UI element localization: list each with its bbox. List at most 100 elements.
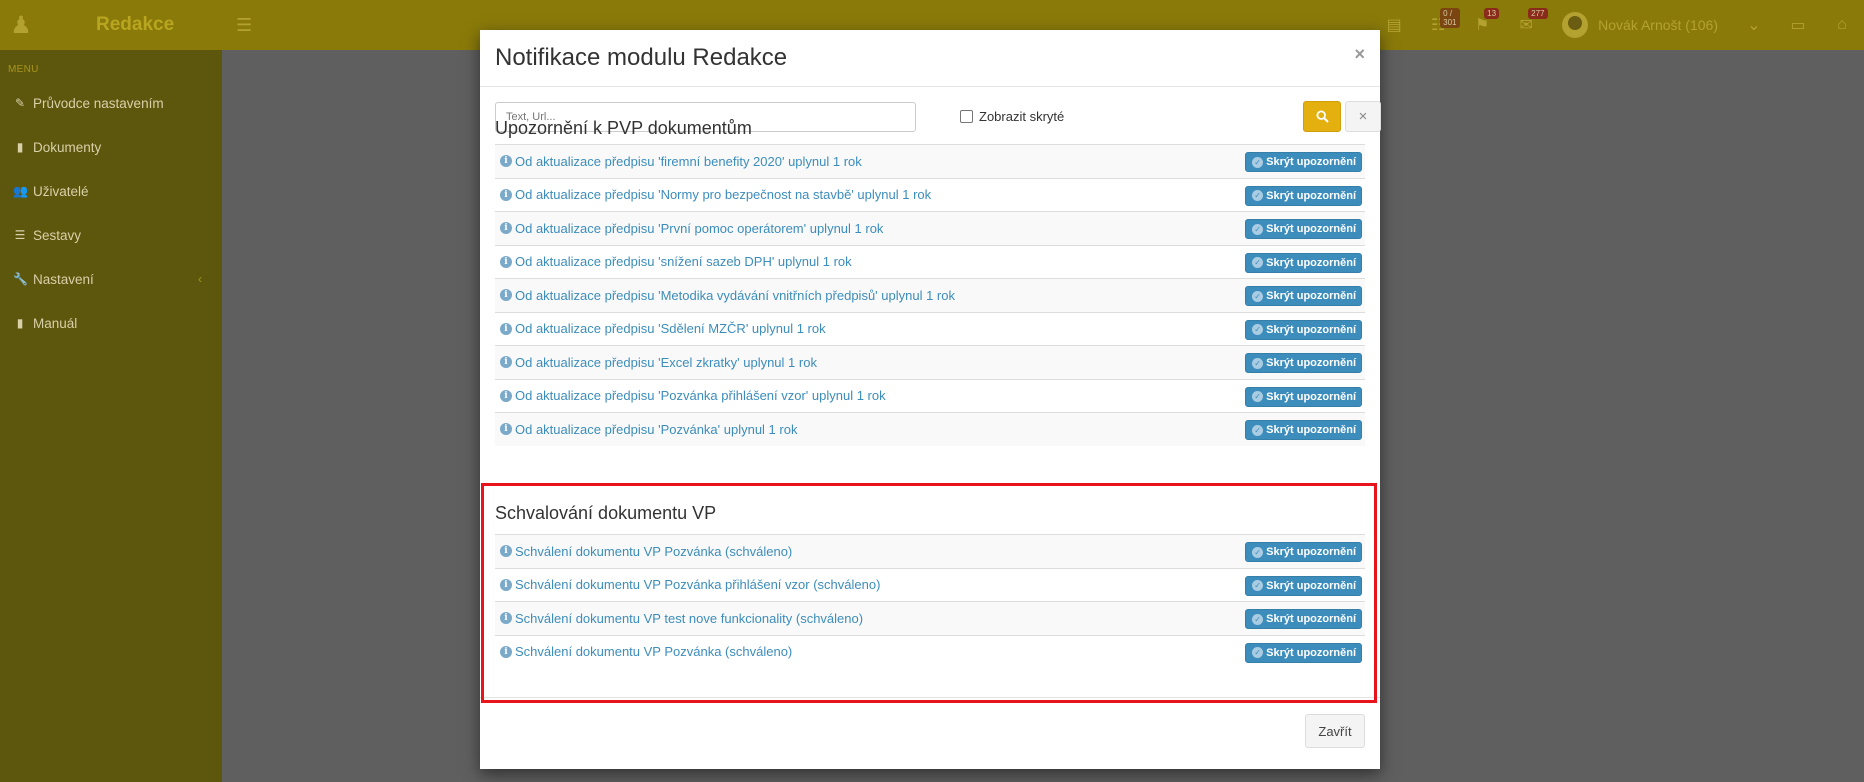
info-icon: i <box>500 289 512 302</box>
brand-title: Redakce <box>96 14 175 35</box>
hide-notification-button[interactable]: ✓ Skrýt upozornění <box>1245 642 1362 663</box>
notification-text: Od aktualizace předpisu 'Normy pro bezpe… <box>515 187 932 203</box>
info-icon: i <box>500 322 512 335</box>
list-icon: ☰ <box>14 228 26 242</box>
sidebar-item-setup-guide[interactable]: ✎ Průvodce nastavením <box>0 81 222 125</box>
notification-link[interactable]: i Schválení dokumentu VP Pozvánka (schvál… <box>495 544 792 559</box>
user-name: Novák Arnošt (106) <box>1598 17 1718 33</box>
sidebar-item-label: Dokumenty <box>33 139 102 155</box>
tasks-icon[interactable]: ☷ 0 / 301 <box>1416 0 1461 50</box>
notification-text: Od aktualizace předpisu 'Pozvánka' uplyn… <box>515 421 798 437</box>
notification-link[interactable]: i Od aktualizace předpisu 'firemní benefi… <box>495 154 862 169</box>
notification-row: i Od aktualizace předpisu 'snížení sazeb … <box>495 244 1365 279</box>
notification-link[interactable]: i Od aktualizace předpisu 'První pomoc op… <box>495 221 883 236</box>
hamburger-menu-icon[interactable]: ☰ <box>236 15 252 36</box>
notification-text: Od aktualizace předpisu 'Pozvánka přihlá… <box>515 388 886 404</box>
hide-label: Skrýt upozornění <box>1266 189 1356 202</box>
home-icon[interactable]: ⌂ <box>1820 0 1864 50</box>
wrench-icon: 🔧 <box>13 272 28 286</box>
clear-search-button[interactable]: × <box>1345 101 1381 132</box>
search-button[interactable] <box>1303 101 1341 132</box>
sidebar-item-label: Uživatelé <box>33 183 89 199</box>
modal-title: Notifikace modulu Redakce <box>495 44 788 71</box>
notification-text: Od aktualizace předpisu 'První pomoc ope… <box>515 220 884 236</box>
sidebar-item-settings[interactable]: 🔧 Nastavení ‹ <box>0 257 222 301</box>
print-icon[interactable]: ▭ <box>1776 0 1820 50</box>
notification-text: Schválení dokumentu VP Pozvánka (schvále… <box>515 543 793 559</box>
menu-header: MENU <box>8 64 39 75</box>
hide-notification-button[interactable]: ✓ Skrýt upozornění <box>1245 319 1362 340</box>
hide-notification-button[interactable]: ✓ Skrýt upozornění <box>1245 219 1362 239</box>
avatar <box>1562 12 1589 38</box>
check-circle-icon: ✓ <box>1252 190 1264 201</box>
hide-notification-button[interactable]: ✓ Skrýt upozornění <box>1245 386 1362 407</box>
notification-row: i Od aktualizace předpisu 'Normy pro bezp… <box>495 177 1365 212</box>
user-menu[interactable]: Novák Arnošt (106) <box>1548 0 1732 50</box>
sidebar-item-label: Průvodce nastavením <box>33 95 164 111</box>
check-circle-icon: ✓ <box>1252 156 1264 168</box>
hide-label: Skrýt upozornění <box>1266 613 1356 625</box>
sidebar-item-users[interactable]: 👥 Uživatelé <box>0 169 222 213</box>
sidebar-item-documents[interactable]: ▮ Dokumenty <box>0 125 222 169</box>
show-hidden-label: Zobrazit skryté <box>979 109 1065 124</box>
close-icon[interactable]: × <box>1354 44 1365 65</box>
check-circle-icon: ✓ <box>1252 257 1264 268</box>
hide-notification-button[interactable]: ✓ Skrýt upozornění <box>1245 609 1362 629</box>
sidebar-item-manual[interactable]: ▮ Manuál <box>0 301 222 345</box>
notification-row: i Od aktualizace předpisu 'Metodika vydáv… <box>495 278 1365 312</box>
hide-notification-button[interactable]: ✓ Skrýt upozornění <box>1245 152 1362 172</box>
hide-notification-button[interactable]: ✓ Skrýt upozornění <box>1245 542 1362 562</box>
notification-link[interactable]: i Schválení dokumentu VP Pozvánka přihláš… <box>495 577 880 592</box>
messages-badge: 277 <box>1528 8 1548 19</box>
sidebar-item-label: Sestavy <box>33 227 82 243</box>
check-circle-icon: ✓ <box>1252 223 1264 235</box>
notification-link[interactable]: i Od aktualizace předpisu 'Metodika vydáv… <box>495 288 955 303</box>
flag-icon[interactable]: ⚑ 13 <box>1460 0 1504 50</box>
hide-notification-button[interactable]: ✓ Skrýt upozornění <box>1245 420 1362 440</box>
hide-notification-button[interactable]: ✓ Skrýt upozornění <box>1245 575 1362 596</box>
brand[interactable]: ♟ Redakce <box>0 0 222 50</box>
chevron-down-icon[interactable]: ⌄ <box>1732 0 1776 50</box>
users-icon: 👥 <box>13 184 28 198</box>
notification-link[interactable]: i Od aktualizace předpisu 'Pozvánka přihl… <box>495 388 886 403</box>
modal-footer: Zavřít <box>480 697 1380 769</box>
sidebar-item-reports[interactable]: ☰ Sestavy <box>0 213 222 257</box>
hide-label: Skrýt upozornění <box>1266 256 1356 269</box>
notification-text: Od aktualizace předpisu 'Excel zkratky' … <box>515 354 817 370</box>
notification-link[interactable]: i Od aktualizace předpisu 'Sdělení MZČR' … <box>495 321 826 336</box>
check-circle-icon: ✓ <box>1252 424 1264 436</box>
notification-link[interactable]: i Od aktualizace předpisu 'snížení sazeb … <box>495 254 852 269</box>
check-circle-icon: ✓ <box>1252 324 1264 335</box>
messages-icon[interactable]: ✉ 277 <box>1504 0 1548 50</box>
notifications-modal: Notifikace modulu Redakce × Zobrazit skr… <box>480 30 1381 769</box>
notification-text: Od aktualizace předpisu 'Sdělení MZČR' u… <box>515 321 826 337</box>
notification-link[interactable]: i Od aktualizace předpisu 'Excel zkratky'… <box>495 355 817 370</box>
show-hidden-toggle[interactable]: Zobrazit skryté <box>960 109 1064 124</box>
hide-notification-button[interactable]: ✓ Skrýt upozornění <box>1245 286 1362 306</box>
notification-row: i Od aktualizace předpisu 'Pozvánka přihl… <box>495 378 1365 413</box>
notification-row: i Od aktualizace předpisu 'První pomoc op… <box>495 211 1365 245</box>
hide-notification-button[interactable]: ✓ Skrýt upozornění <box>1245 252 1362 273</box>
show-hidden-checkbox[interactable] <box>960 110 973 123</box>
hide-notification-button[interactable]: ✓ Skrýt upozornění <box>1245 185 1362 206</box>
hide-label: Skrýt upozornění <box>1266 390 1356 403</box>
modal-header: Notifikace modulu Redakce × <box>480 30 1380 87</box>
notification-link[interactable]: i Schválení dokumentu VP Pozvánka (schvál… <box>495 644 792 659</box>
hide-label: Skrýt upozornění <box>1266 646 1356 659</box>
notification-link[interactable]: i Od aktualizace předpisu 'Pozvánka' uply… <box>495 422 797 437</box>
notification-row: i Schválení dokumentu VP Pozvánka (schvál… <box>495 634 1365 669</box>
hide-notification-button[interactable]: ✓ Skrýt upozornění <box>1245 353 1362 373</box>
notification-text: Od aktualizace předpisu 'snížení sazeb D… <box>515 254 852 270</box>
notification-link[interactable]: i Od aktualizace předpisu 'Normy pro bezp… <box>495 187 931 202</box>
search-icon <box>1315 110 1329 123</box>
check-circle-icon: ✓ <box>1252 290 1264 302</box>
notification-link[interactable]: i Schválení dokumentu VP test nove funkci… <box>495 611 863 626</box>
notification-row: i Schválení dokumentu VP test nove funkci… <box>495 601 1365 635</box>
notification-row: i Od aktualizace předpisu 'firemní benefi… <box>495 144 1365 178</box>
info-icon: i <box>500 155 512 168</box>
hide-label: Skrýt upozornění <box>1266 223 1356 235</box>
hide-label: Skrýt upozornění <box>1266 424 1356 436</box>
hide-label: Skrýt upozornění <box>1266 290 1356 302</box>
info-icon: i <box>500 389 512 402</box>
close-button[interactable]: Zavřít <box>1305 714 1365 748</box>
